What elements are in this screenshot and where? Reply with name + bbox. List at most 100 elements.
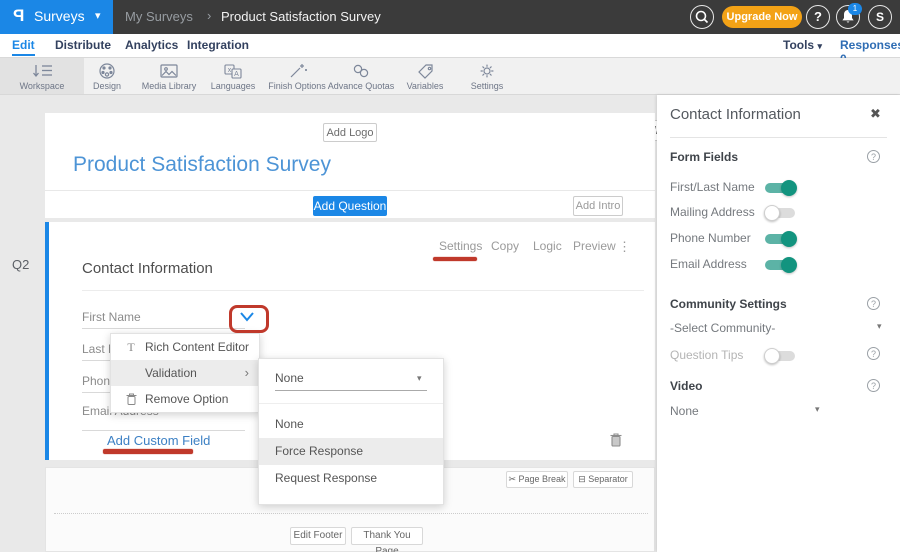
annotation-circle-chevron (229, 305, 269, 333)
tab-integration[interactable]: Integration (187, 38, 249, 52)
field-underline (82, 328, 245, 329)
divider (82, 290, 644, 291)
toggle-phone-number[interactable] (765, 234, 795, 244)
video-heading: Video (670, 379, 702, 393)
toolbar-item-languages[interactable]: A x Languages (198, 58, 268, 94)
field-context-menu: T Rich Content Editor Validation › Remov… (110, 333, 260, 413)
question-action-copy[interactable]: Copy (491, 239, 519, 253)
breadcrumb-separator: › (207, 8, 211, 23)
svg-text:A: A (234, 71, 239, 78)
option-none[interactable]: None (259, 411, 443, 438)
edit-footer-button[interactable]: Edit Footer (290, 527, 346, 545)
survey-nav-bar: Edit Distribute Analytics Integration To… (0, 34, 900, 58)
question-action-preview[interactable]: Preview (573, 239, 616, 253)
toolbar-item-variables[interactable]: Variables (390, 58, 460, 94)
toggle-label-phone-number: Phone Number (670, 231, 751, 245)
top-bar: P Surveys ▾ My Surveys › Product Satisfa… (0, 0, 900, 34)
question-tips-label: Question Tips (670, 348, 743, 362)
tab-analytics[interactable]: Analytics (125, 38, 178, 52)
search-button[interactable] (690, 5, 714, 29)
divider (45, 190, 655, 191)
toggle-label-first-last-name: First/Last Name (670, 180, 755, 194)
add-intro-button[interactable]: Add Intro (573, 196, 623, 216)
community-select[interactable]: -Select Community- (670, 321, 775, 335)
video-select[interactable]: None (670, 404, 699, 418)
field-label-first-name[interactable]: First Name (82, 310, 141, 324)
magic-wand-icon (262, 62, 332, 80)
add-question-button[interactable]: Add Question (313, 196, 387, 216)
help-icon[interactable]: ? (867, 347, 880, 360)
separator-button[interactable]: ⊟ Separator (573, 471, 633, 488)
field-underline (82, 430, 245, 431)
toggle-first-last-name[interactable] (765, 183, 795, 193)
submenu-arrow-icon: › (245, 360, 249, 386)
gear-icon (452, 62, 522, 80)
divider (670, 137, 887, 138)
question-action-logic[interactable]: Logic (533, 239, 562, 253)
svg-text:x: x (228, 67, 232, 74)
toggle-question-tips[interactable] (765, 351, 795, 361)
thank-you-page-button[interactable]: Thank You Page (351, 527, 423, 545)
option-force-response[interactable]: Force Response (259, 438, 443, 465)
tab-distribute[interactable]: Distribute (55, 38, 111, 52)
languages-icon: A x (198, 62, 268, 80)
avatar-initial: S (876, 10, 884, 24)
separator-icon: ⊟ (578, 474, 586, 484)
notification-badge: 1 (848, 3, 862, 15)
toolbar-item-settings[interactable]: Settings (452, 58, 522, 94)
kebab-menu-icon[interactable]: ⋮ (618, 239, 631, 255)
toggle-label-email-address: Email Address (670, 257, 747, 271)
editor-toolbar: Workspace Design Media Libr (0, 58, 900, 95)
validation-select-value[interactable]: None (275, 371, 304, 385)
page-break-button[interactable]: ✂ Page Break (506, 471, 568, 488)
menu-item-validation[interactable]: Validation › (111, 360, 259, 386)
page-dotted-divider (54, 513, 648, 514)
add-custom-field-link[interactable]: Add Custom Field (107, 433, 210, 448)
caret-down-icon[interactable]: ▾ (815, 404, 820, 415)
toggle-email-address[interactable] (765, 260, 795, 270)
question-number-label: Q2 (12, 257, 29, 272)
tag-icon (390, 62, 460, 80)
annotation-underline-add-custom-field (103, 449, 193, 454)
help-icon[interactable]: ? (867, 150, 880, 163)
annotation-underline-settings (433, 257, 477, 261)
trash-icon[interactable] (609, 432, 623, 448)
chevron-down-icon: ▾ (817, 41, 822, 51)
divider (259, 403, 443, 404)
option-request-response[interactable]: Request Response (259, 465, 443, 492)
toolbar-item-media-library[interactable]: Media Library (132, 58, 206, 94)
text-format-icon: T (123, 334, 139, 360)
question-title[interactable]: Contact Information (82, 260, 213, 277)
toggle-mailing-address[interactable] (765, 208, 795, 218)
close-icon[interactable]: ✖ (870, 106, 881, 122)
validation-submenu: None ▾ None Force Response Request Respo… (258, 358, 444, 505)
chevron-down-icon: ▾ (95, 9, 101, 22)
caret-down-icon[interactable]: ▾ (877, 321, 882, 332)
tools-menu[interactable]: Tools ▾ (783, 38, 822, 52)
help-icon: ? (814, 9, 822, 24)
toolbar-item-advance-quotas[interactable]: Advance Quotas (324, 58, 398, 94)
question-action-settings[interactable]: Settings (439, 239, 482, 253)
product-switcher[interactable]: P Surveys ▾ (0, 0, 113, 34)
notifications-button[interactable]: 1 (836, 5, 860, 29)
scissors-icon: ✂ (508, 474, 516, 484)
menu-item-remove-option[interactable]: Remove Option (111, 386, 259, 412)
breadcrumb-current: Product Satisfaction Survey (221, 9, 381, 24)
menu-item-rich-content-editor[interactable]: T Rich Content Editor (111, 334, 259, 360)
toolbar-item-finish-options[interactable]: Finish Options (262, 58, 332, 94)
tab-edit[interactable]: Edit (12, 38, 35, 56)
user-avatar[interactable]: S (868, 5, 892, 29)
help-icon[interactable]: ? (867, 379, 880, 392)
help-button[interactable]: ? (806, 5, 830, 29)
upgrade-now-button[interactable]: Upgrade Now (722, 6, 802, 28)
chain-links-icon (324, 62, 398, 80)
questionpro-logo-icon: P (13, 6, 24, 26)
survey-title[interactable]: Product Satisfaction Survey (73, 153, 331, 177)
question-settings-panel: Contact Information ✖ Form Fields ? Firs… (657, 95, 900, 552)
toggle-label-mailing-address: Mailing Address (670, 205, 755, 219)
breadcrumb-parent[interactable]: My Surveys (125, 9, 193, 24)
app-menu-label: Surveys (34, 8, 85, 24)
add-logo-button[interactable]: Add Logo (323, 123, 377, 142)
help-icon[interactable]: ? (867, 297, 880, 310)
panel-title: Contact Information (670, 106, 801, 123)
